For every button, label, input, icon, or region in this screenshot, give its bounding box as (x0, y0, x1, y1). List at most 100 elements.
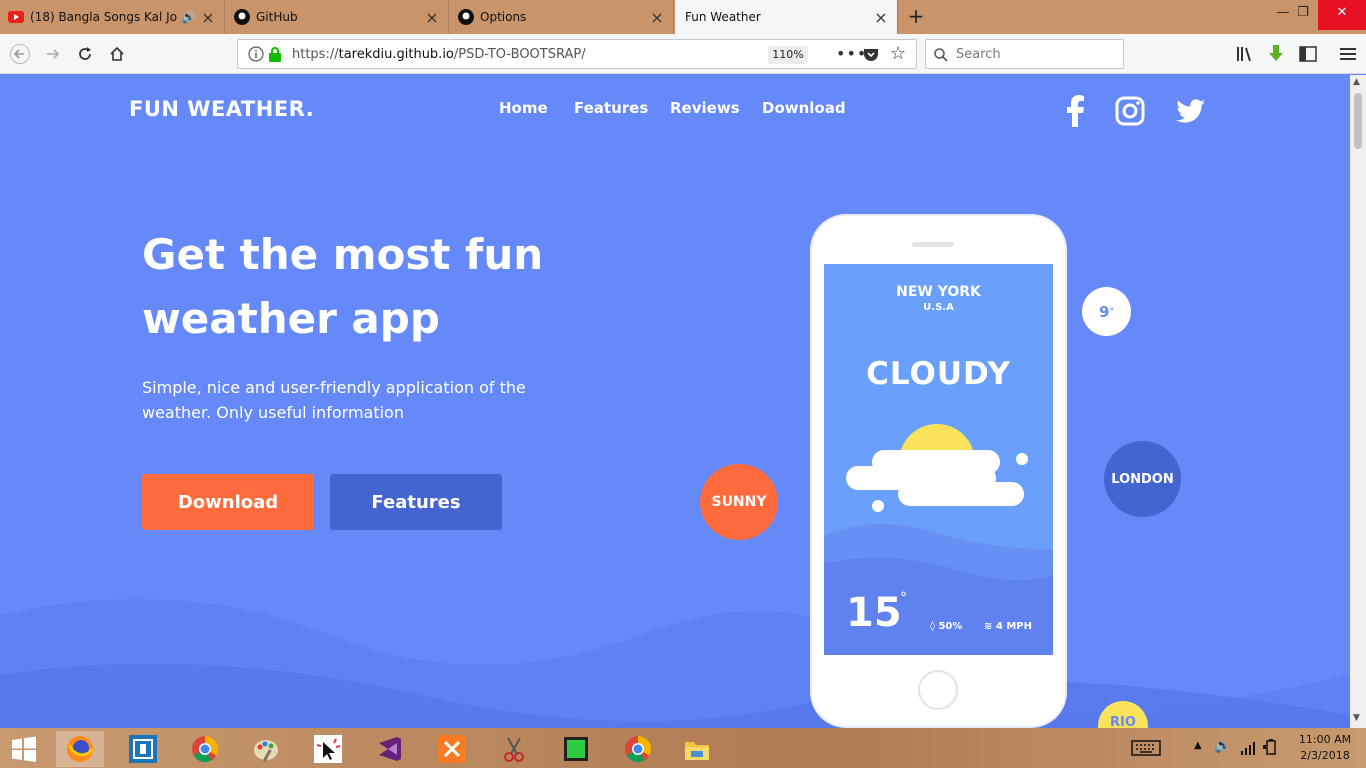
screen-condition: CLOUDY (866, 356, 1011, 392)
bubble-degree: ° (1109, 306, 1114, 317)
tab-bar: (18) Bangla Songs Kal Jomun 🔊 × GitHub ×… (0, 0, 1366, 34)
nav-reviews[interactable]: Reviews (670, 99, 740, 117)
windows-start-icon[interactable] (0, 731, 48, 767)
menu-icon[interactable] (1336, 42, 1360, 66)
library-icon[interactable] (1233, 42, 1257, 66)
tab-github[interactable]: GitHub × (226, 0, 449, 34)
reload-button[interactable] (73, 42, 97, 66)
nav-download[interactable]: Download (762, 99, 846, 117)
screen-humidity: ◊ 50% (930, 621, 962, 632)
cloud-sun-icon (846, 424, 1028, 512)
lock-icon (268, 46, 282, 66)
screen-degree: ° (900, 590, 907, 606)
back-button[interactable] (8, 42, 32, 66)
download-button[interactable]: Download (142, 474, 314, 530)
url-bar[interactable]: https://tarekdiu.github.io/PSD-TO-BOOTSR… (237, 39, 917, 69)
twitter-icon[interactable] (1174, 95, 1206, 127)
sunny-bubble: SUNNY (700, 464, 778, 540)
search-icon (934, 47, 948, 66)
close-tab-icon[interactable]: × (200, 8, 216, 27)
battery-icon[interactable] (1263, 739, 1279, 759)
page-viewport: FUN WEATHER. Home Features Reviews Downl… (0, 75, 1350, 728)
chrome-icon[interactable] (614, 731, 662, 767)
snipping-icon[interactable] (490, 731, 538, 767)
navigation-toolbar: https://tarekdiu.github.io/PSD-TO-BOOTSR… (0, 34, 1366, 74)
tab-youtube[interactable]: (18) Bangla Songs Kal Jomun 🔊 × (0, 0, 225, 34)
sidebar-icon[interactable] (1296, 42, 1320, 66)
screen-temperature: 15 (846, 590, 902, 636)
url-text: https://tarekdiu.github.io/PSD-TO-BOOTSR… (292, 47, 586, 62)
tab-fun-weather[interactable]: Fun Weather × (675, 0, 898, 34)
brackets-icon[interactable] (119, 731, 167, 767)
tab-title: Options (480, 10, 527, 24)
network-icon[interactable] (1240, 740, 1256, 759)
nav-home[interactable]: Home (499, 99, 548, 117)
xampp-icon[interactable] (428, 731, 476, 767)
screen-country: U.S.A (923, 302, 954, 313)
wind-value: 4 MPH (995, 621, 1032, 632)
forward-button[interactable] (41, 42, 65, 66)
url-host: tarekdiu.github.io (338, 47, 454, 62)
github-icon (234, 9, 250, 25)
close-tab-icon[interactable]: × (649, 8, 665, 27)
show-hidden-icons-icon[interactable]: ▲ (1194, 740, 1202, 751)
speaker-icon[interactable]: 🔊 (181, 10, 196, 24)
file-explorer-icon[interactable] (673, 731, 721, 767)
phone-speaker (912, 242, 954, 247)
keyboard-icon[interactable] (1131, 740, 1161, 760)
search-input[interactable]: Search (925, 39, 1124, 69)
screen-wind: ≋ 4 MPH (984, 621, 1032, 632)
clock-date: 2/3/2018 (1300, 749, 1350, 762)
info-icon[interactable] (248, 46, 264, 66)
download-icon[interactable] (1264, 42, 1288, 66)
firefox-icon[interactable] (56, 731, 104, 767)
paint-icon[interactable] (242, 731, 290, 767)
tab-title: GitHub (256, 10, 298, 24)
vertical-scrollbar[interactable]: ▲ ▼ (1350, 75, 1366, 728)
bubble-temp: 9 (1099, 302, 1110, 321)
phone-home-button (918, 670, 958, 710)
pocket-icon[interactable] (863, 46, 879, 66)
url-path: /PSD-TO-BOOTSRAP/ (453, 47, 586, 62)
phone-mockup: NEW YORK U.S.A CLOUDY 15 ° ◊ 50% ≋ 4 MPH (812, 216, 1065, 726)
screen-city: NEW YORK (896, 284, 981, 300)
phone-screen: NEW YORK U.S.A CLOUDY 15 ° ◊ 50% ≋ 4 MPH (824, 264, 1053, 655)
scroll-down-icon[interactable]: ▼ (1353, 713, 1360, 723)
emulator-icon[interactable] (552, 731, 600, 767)
nav-features[interactable]: Features (574, 99, 648, 117)
close-window-button[interactable]: ✕ (1318, 0, 1366, 30)
visual-studio-icon[interactable] (366, 731, 414, 767)
instagram-icon[interactable] (1114, 95, 1146, 127)
clock-time: 11:00 AM (1298, 733, 1352, 746)
windows-taskbar: ▲ 🔈 11:00 AM 2/3/2018 (0, 728, 1366, 768)
hero-description: Simple, nice and user-friendly applicati… (142, 378, 526, 422)
facebook-icon[interactable] (1060, 95, 1092, 127)
tab-title: Fun Weather (685, 10, 761, 24)
zoom-level[interactable]: 110% (768, 46, 808, 64)
bookmark-star-icon[interactable]: ☆ (890, 43, 906, 64)
scrollbar-thumb[interactable] (1354, 93, 1362, 149)
scroll-up-icon[interactable]: ▲ (1353, 77, 1360, 87)
hero-title: Get the most fun weather app (142, 230, 544, 343)
humidity-value: 50% (938, 621, 963, 632)
chrome-icon[interactable] (181, 731, 229, 767)
url-scheme: https:// (292, 47, 339, 62)
volume-icon[interactable]: 🔈 (1214, 738, 1231, 754)
features-button[interactable]: Features (330, 474, 502, 530)
tab-title: (18) Bangla Songs Kal Jomun (30, 10, 178, 24)
tab-options[interactable]: Options × (450, 0, 674, 34)
youtube-icon (8, 9, 24, 25)
london-bubble: LONDON (1104, 441, 1181, 517)
brand-logo[interactable]: FUN WEATHER. (129, 97, 314, 121)
close-tab-icon[interactable]: × (424, 8, 440, 27)
github-icon (458, 9, 474, 25)
home-button[interactable] (105, 42, 129, 66)
wind-icon: ≋ (984, 621, 996, 632)
temp-bubble: 9 ° (1082, 287, 1131, 336)
restore-button[interactable]: ❐ (1283, 0, 1323, 30)
close-tab-icon[interactable]: × (873, 8, 889, 27)
system-clock[interactable]: 11:00 AM 2/3/2018 (1290, 732, 1360, 764)
search-placeholder: Search (956, 47, 1001, 62)
cursor-tool-icon[interactable] (304, 731, 352, 767)
new-tab-button[interactable]: + (905, 5, 927, 27)
